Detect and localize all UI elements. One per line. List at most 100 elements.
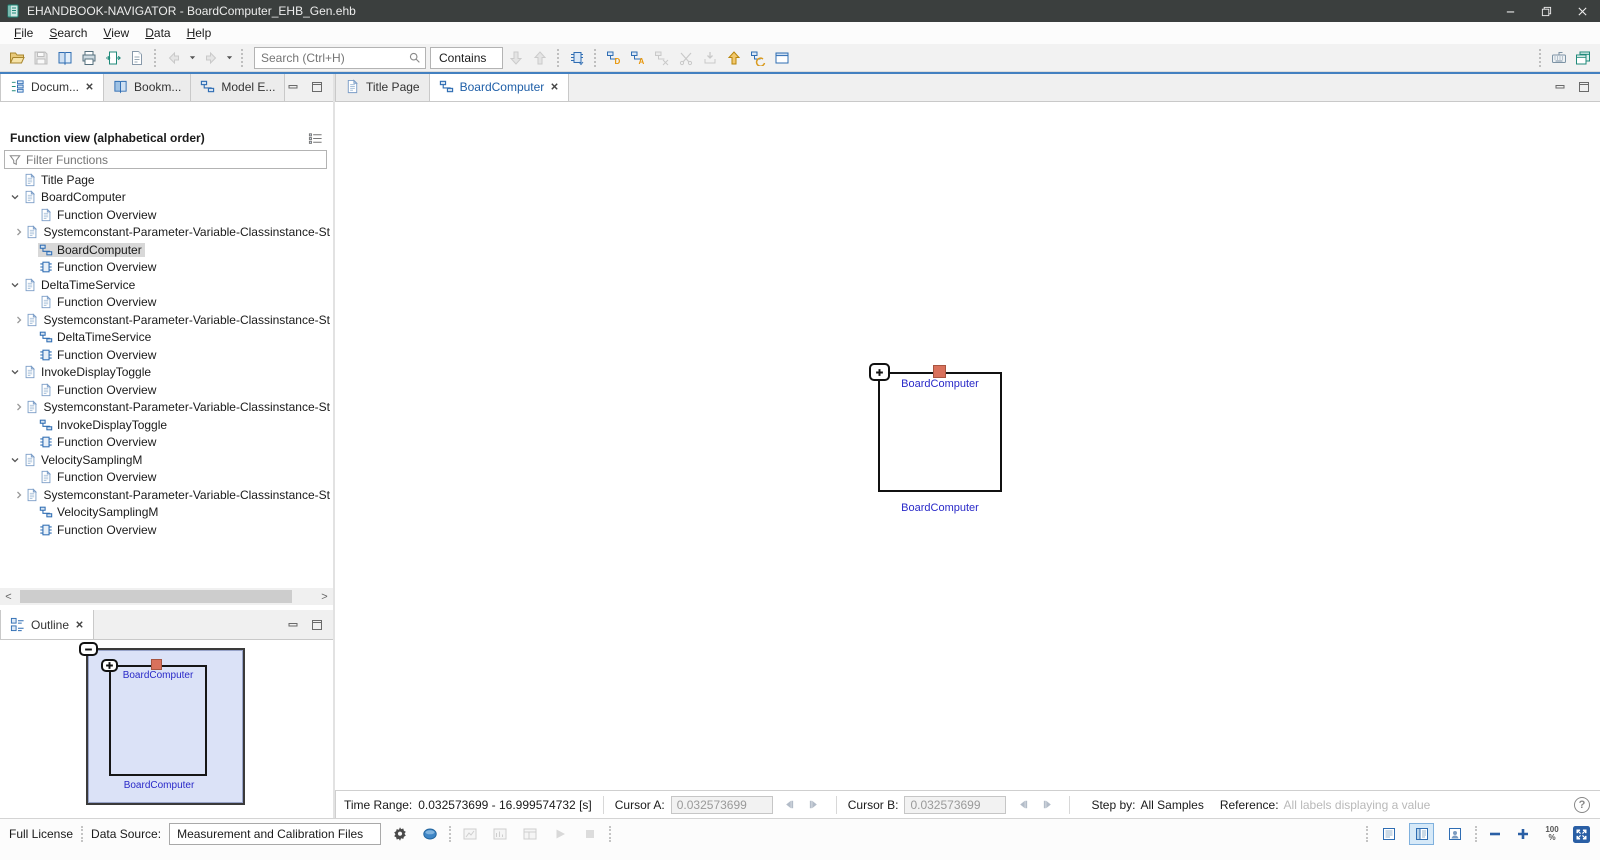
contains-dropdown[interactable]: Contains — [430, 47, 503, 69]
scrollbar-thumb[interactable] — [20, 590, 292, 603]
outline-thumbnail[interactable]: BoardComputer BoardComputer — [0, 640, 333, 818]
tree-item[interactable]: Systemconstant-Parameter-Variable-Classi… — [0, 486, 333, 504]
view-contact-button[interactable] — [1442, 823, 1467, 845]
tab-documentation[interactable]: Docum... — [0, 72, 104, 101]
tree-item[interactable]: Function Overview — [0, 381, 333, 399]
print-button[interactable] — [78, 47, 100, 69]
cursor-b-step-back-button[interactable] — [1012, 796, 1032, 814]
close-button[interactable] — [1564, 0, 1600, 22]
close-icon[interactable] — [75, 620, 84, 629]
expander-closed-icon[interactable] — [14, 402, 24, 412]
expander-open-icon[interactable] — [7, 192, 22, 202]
tree-item[interactable]: Function Overview — [0, 206, 333, 224]
cursor-a-input[interactable] — [671, 796, 773, 814]
cursor-b-input[interactable] — [904, 796, 1006, 814]
expander-open-icon[interactable] — [7, 455, 22, 465]
scroll-right-icon[interactable]: > — [316, 588, 333, 605]
start-measurement-button[interactable] — [549, 823, 571, 845]
restore-button[interactable] — [1528, 0, 1564, 22]
maximize-panel-button[interactable] — [311, 619, 323, 631]
cascade-windows-button[interactable] — [1572, 47, 1594, 69]
shortcuts-button[interactable] — [1548, 47, 1570, 69]
report-button[interactable] — [126, 47, 148, 69]
tree-item[interactable]: BoardComputer — [0, 189, 333, 207]
clear-model-button[interactable] — [651, 47, 673, 69]
nav-forward-button[interactable] — [200, 47, 222, 69]
menu-help[interactable]: Help — [179, 24, 220, 42]
tree-item[interactable]: BoardComputer — [0, 241, 333, 259]
tree-item[interactable]: InvokeDisplayToggle — [0, 364, 333, 382]
reference-value[interactable]: All labels displaying a value — [1284, 798, 1431, 812]
cursor-b-step-forward-button[interactable] — [1038, 796, 1058, 814]
nav-back-button[interactable] — [163, 47, 185, 69]
filter-functions-input[interactable] — [23, 153, 326, 167]
tab-bookmarks[interactable]: Bookm... — [104, 72, 191, 101]
maximize-panel-button[interactable] — [1578, 81, 1590, 93]
horizontal-scrollbar[interactable]: < > — [0, 588, 333, 605]
show-labels-button[interactable]: A — [627, 47, 649, 69]
minimize-button[interactable] — [1492, 0, 1528, 22]
data-source-icon[interactable] — [419, 823, 441, 845]
gear-icon[interactable] — [389, 823, 411, 845]
minimize-panel-button[interactable] — [287, 619, 299, 631]
new-window-button[interactable] — [771, 47, 793, 69]
outline-inner-block[interactable] — [109, 665, 207, 776]
tab-model-explorer[interactable]: Model E... — [191, 72, 285, 101]
expander-closed-icon[interactable] — [14, 315, 24, 325]
stop-measurement-button[interactable] — [579, 823, 601, 845]
tree-item[interactable]: Title Page — [0, 171, 333, 189]
view-document-button[interactable] — [1376, 823, 1401, 845]
expand-icon[interactable] — [869, 363, 890, 381]
tab-outline[interactable]: Outline — [0, 610, 94, 639]
tree-item[interactable]: Function Overview — [0, 521, 333, 539]
tab-boardcomputer[interactable]: BoardComputer — [430, 72, 570, 101]
menu-search[interactable]: Search — [41, 24, 95, 42]
tree-item[interactable]: Function Overview — [0, 259, 333, 277]
tree-item[interactable]: Function Overview — [0, 434, 333, 452]
menu-file[interactable]: File — [6, 24, 41, 42]
recorder-window-button[interactable] — [489, 823, 511, 845]
tree-item[interactable]: Systemconstant-Parameter-Variable-Classi… — [0, 224, 333, 242]
fit-screen-button[interactable] — [1571, 823, 1591, 845]
maximize-panel-button[interactable] — [311, 81, 323, 93]
minimize-panel-button[interactable] — [287, 81, 299, 93]
menu-data[interactable]: Data — [137, 24, 178, 42]
view-menu-icon[interactable] — [305, 128, 325, 148]
result-down-button[interactable] — [505, 47, 527, 69]
zoom-in-button[interactable] — [1513, 823, 1533, 845]
help-icon[interactable]: ? — [1574, 797, 1590, 813]
save-button[interactable] — [30, 47, 52, 69]
nav-forward-dropdown[interactable] — [224, 47, 235, 69]
expander-closed-icon[interactable] — [14, 490, 24, 500]
view-split-button[interactable] — [1409, 823, 1434, 845]
update-model-button[interactable] — [747, 47, 769, 69]
cursor-a-step-back-button[interactable] — [779, 796, 799, 814]
expander-open-icon[interactable] — [7, 367, 22, 377]
data-source-dropdown[interactable]: Measurement and Calibration Files — [169, 823, 381, 845]
menu-view[interactable]: View — [95, 24, 137, 42]
scope-window-button[interactable] — [459, 823, 481, 845]
step-by-value[interactable]: All Samples — [1140, 798, 1203, 812]
tree-item[interactable]: Function Overview — [0, 469, 333, 487]
result-up-button[interactable] — [529, 47, 551, 69]
collapse-icon[interactable] — [79, 642, 98, 656]
cursor-a-step-forward-button[interactable] — [805, 796, 825, 814]
search-input[interactable] — [255, 51, 403, 65]
expander-open-icon[interactable] — [7, 280, 22, 290]
tree-item[interactable]: Systemconstant-Parameter-Variable-Classi… — [0, 311, 333, 329]
expand-icon[interactable] — [101, 659, 118, 672]
tree-item[interactable]: InvokeDisplayToggle — [0, 416, 333, 434]
close-icon[interactable] — [550, 82, 559, 91]
tree-item[interactable]: VelocitySamplingM — [0, 504, 333, 522]
zoom-100-button[interactable]: 100 % — [1541, 826, 1563, 842]
expander-closed-icon[interactable] — [14, 227, 24, 237]
scroll-left-icon[interactable]: < — [0, 588, 17, 605]
tree-item[interactable]: Function Overview — [0, 294, 333, 312]
tree-item[interactable]: Systemconstant-Parameter-Variable-Classi… — [0, 399, 333, 417]
close-icon[interactable] — [85, 82, 94, 91]
tree-item[interactable]: VelocitySamplingM — [0, 451, 333, 469]
layout-window-button[interactable] — [519, 823, 541, 845]
import-button[interactable] — [699, 47, 721, 69]
show-data-button[interactable]: D — [603, 47, 625, 69]
expand-function-button[interactable] — [566, 47, 588, 69]
